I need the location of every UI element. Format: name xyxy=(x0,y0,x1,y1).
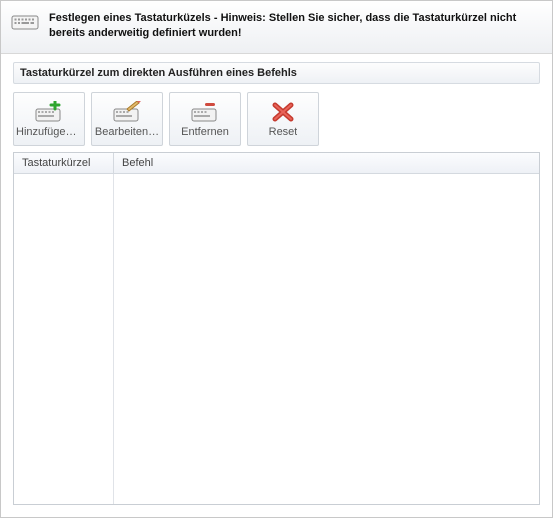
remove-button[interactable]: Entfernen xyxy=(169,92,241,146)
add-button-label: Hinzufügen… xyxy=(16,126,82,138)
keyboard-icon xyxy=(11,12,39,35)
section-title: Tastaturkürzel zum direkten Ausführen ei… xyxy=(13,62,540,84)
edit-button[interactable]: Bearbeiten… xyxy=(91,92,163,146)
toolbar: Hinzufügen… Bearbeiten… xyxy=(13,92,540,146)
reset-button[interactable]: Reset xyxy=(247,92,319,146)
info-banner: Festlegen eines Tastaturküzels - Hinweis… xyxy=(1,1,552,54)
edit-keyboard-icon xyxy=(113,100,141,124)
table-body[interactable] xyxy=(14,174,539,504)
remove-button-label: Entfernen xyxy=(181,126,229,138)
add-keyboard-icon xyxy=(35,100,63,124)
col-command-header[interactable]: Befehl xyxy=(114,153,539,173)
edit-button-label: Bearbeiten… xyxy=(95,126,159,138)
settings-panel: Festlegen eines Tastaturküzels - Hinweis… xyxy=(0,0,553,518)
reset-icon xyxy=(271,100,295,124)
remove-keyboard-icon xyxy=(191,100,219,124)
shortcuts-table: Tastaturkürzel Befehl xyxy=(13,152,540,505)
banner-text: Festlegen eines Tastaturküzels - Hinweis… xyxy=(49,11,540,41)
content-area: Tastaturkürzel zum direkten Ausführen ei… xyxy=(1,54,552,517)
add-button[interactable]: Hinzufügen… xyxy=(13,92,85,146)
table-header: Tastaturkürzel Befehl xyxy=(14,153,539,174)
col-shortcut-header[interactable]: Tastaturkürzel xyxy=(14,153,114,173)
reset-button-label: Reset xyxy=(269,126,298,138)
